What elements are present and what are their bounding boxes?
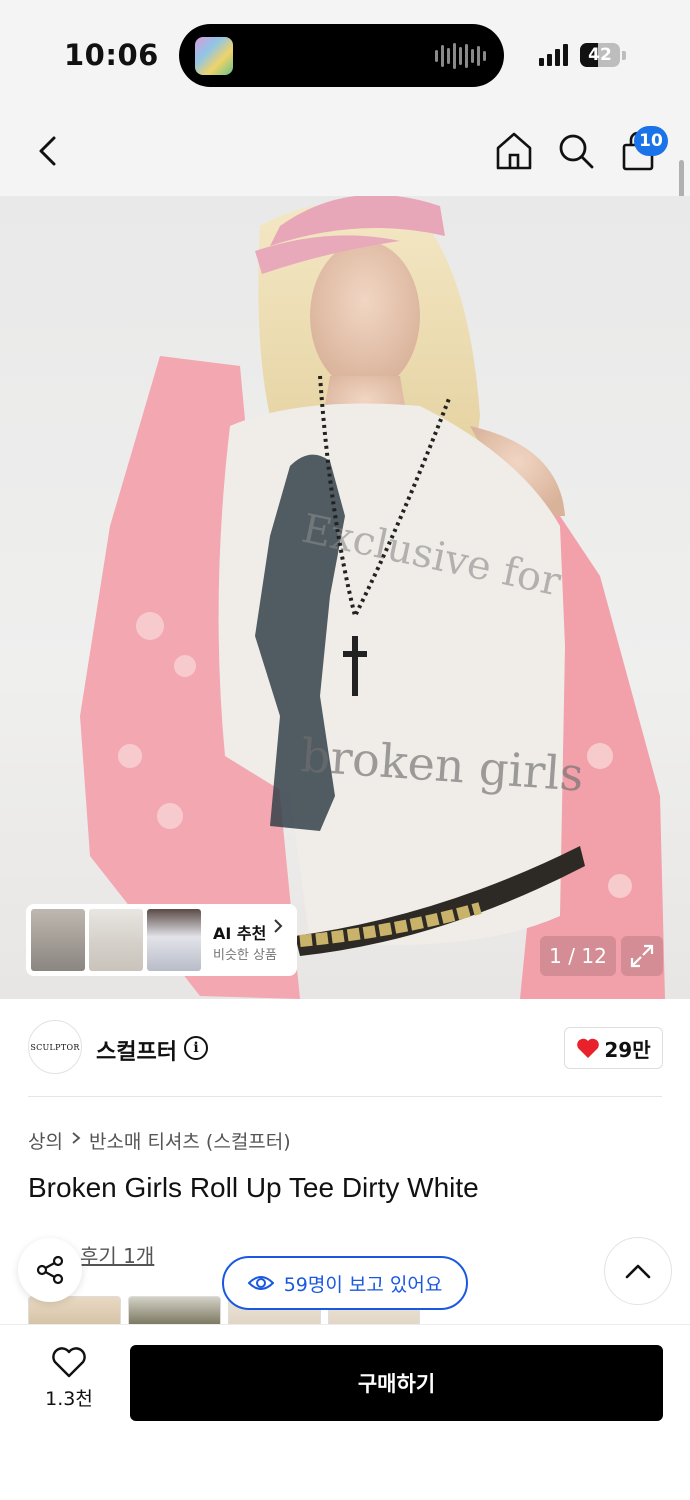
cart-count-badge: 10 <box>634 126 668 156</box>
buy-button[interactable]: 구매하기 <box>130 1345 663 1421</box>
live-viewers-text: 59명이 보고 있어요 <box>283 1273 443 1296</box>
ai-recommend-thumbnail[interactable] <box>147 909 201 971</box>
heart-outline-icon <box>52 1347 86 1378</box>
expand-image-button[interactable] <box>621 936 663 976</box>
ai-recommend-subtitle: 비슷한 상품 <box>213 948 277 963</box>
battery-level: 42 <box>588 45 612 65</box>
divider <box>28 1096 662 1097</box>
share-icon <box>36 1255 64 1285</box>
image-counter: 1 / 12 <box>540 936 616 976</box>
status-time: 10:06 <box>64 38 159 72</box>
breadcrumb: 상의 반소매 티셔츠 (스컬프터) <box>28 1127 291 1154</box>
breadcrumb-subcategory[interactable]: 반소매 티셔츠 (스컬프터) <box>89 1127 291 1154</box>
heart-filled-icon <box>577 1038 600 1058</box>
eye-icon <box>247 1276 274 1290</box>
back-button[interactable] <box>24 127 72 175</box>
now-playing-artwork <box>195 37 233 75</box>
expand-icon <box>630 944 654 968</box>
ai-recommend-title: AI 추천 <box>213 924 267 943</box>
status-bar: 10:06 42 <box>0 0 690 110</box>
product-title: Broken Girls Roll Up Tee Dirty White <box>28 1172 479 1203</box>
brand-like-button[interactable]: 29만 <box>564 1027 663 1069</box>
search-button[interactable] <box>552 127 600 175</box>
chevron-right-icon <box>273 918 283 938</box>
ai-recommend-thumbnail[interactable] <box>31 909 85 971</box>
breadcrumb-category[interactable]: 상의 <box>28 1127 63 1154</box>
brand-name[interactable]: 스컬프터 <box>96 1034 177 1066</box>
ai-recommend-card[interactable]: AI 추천 비슷한 상품 <box>26 904 297 976</box>
live-viewers-pill[interactable]: 59명이 보고 있어요 <box>222 1256 468 1310</box>
chevron-up-icon <box>625 1264 651 1279</box>
ai-recommend-thumbnail[interactable] <box>89 909 143 971</box>
review-thumbnail[interactable] <box>128 1296 221 1324</box>
battery-icon: 42 <box>580 43 620 67</box>
review-link[interactable]: 후기 1개 <box>80 1240 154 1269</box>
info-icon[interactable]: i <box>184 1036 208 1060</box>
wishlist-count: 1.3천 <box>45 1388 93 1410</box>
home-icon <box>496 132 532 170</box>
audio-waveform-icon <box>435 43 486 69</box>
chevron-right-icon <box>71 1127 81 1154</box>
brand-like-count: 29만 <box>604 1037 651 1062</box>
dynamic-island <box>179 24 504 87</box>
chevron-left-icon <box>39 136 56 166</box>
scroll-to-top-button[interactable] <box>604 1237 672 1305</box>
search-icon <box>559 134 594 169</box>
cellular-signal-icon <box>539 42 568 66</box>
product-photo: Exclusive for broken girls <box>80 196 665 999</box>
brand-logo-text: SCULPTOR <box>30 1042 80 1052</box>
share-button[interactable] <box>18 1238 82 1302</box>
battery-nub <box>622 51 626 60</box>
wishlist-button[interactable]: 1.3천 <box>40 1346 98 1420</box>
product-image[interactable]: Exclusive for broken girls <box>0 196 690 999</box>
brand-logo[interactable]: SCULPTOR <box>28 1020 82 1074</box>
home-button[interactable] <box>490 127 538 175</box>
